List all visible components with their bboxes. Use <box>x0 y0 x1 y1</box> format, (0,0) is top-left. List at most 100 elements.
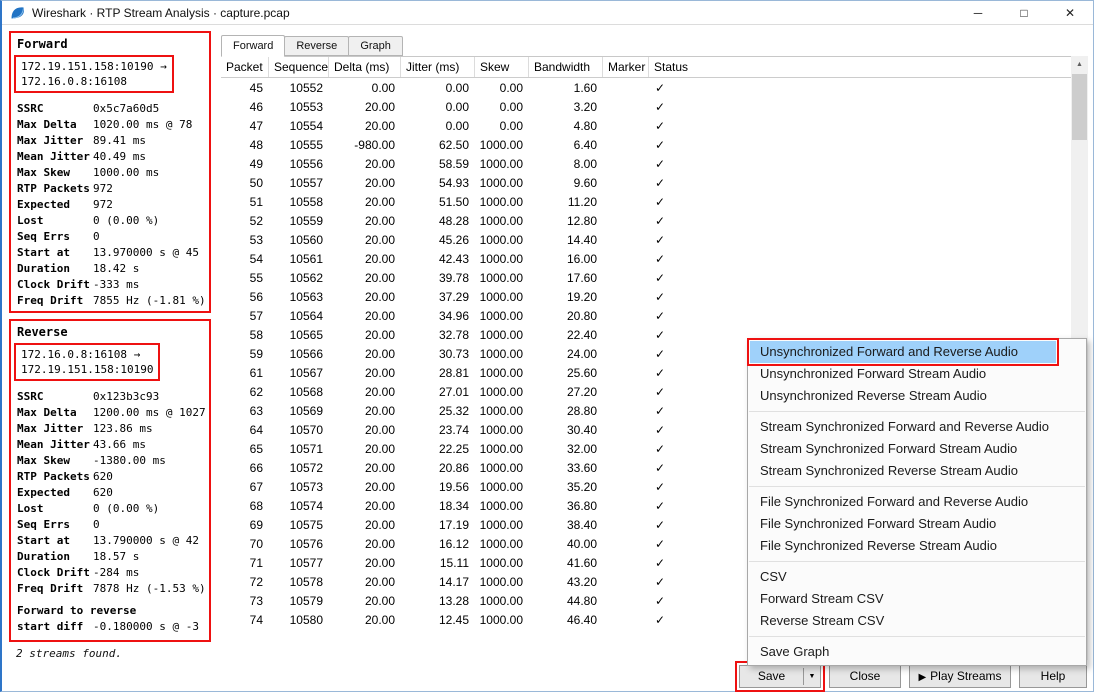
column-header-jitter[interactable]: Jitter (ms) <box>401 57 475 77</box>
table-row[interactable]: 56 10563 20.00 37.29 1000.00 19.20 ✓ <box>221 288 1071 307</box>
jitter-cell: 18.34 <box>438 499 469 513</box>
status-cell: ✓ <box>655 442 666 456</box>
jitter-cell: 34.96 <box>438 309 469 323</box>
table-row[interactable]: 51 10558 20.00 51.50 1000.00 11.20 ✓ <box>221 193 1071 212</box>
packet-cell: 68 <box>249 499 263 513</box>
minimize-button[interactable]: ─ <box>955 1 1001 25</box>
skew-cell: 1000.00 <box>479 518 523 532</box>
menu-item-stream-synchronized-forward-stream-audio[interactable]: Stream Synchronized Forward Stream Audio <box>748 438 1086 460</box>
close-window-button[interactable]: ✕ <box>1047 1 1093 25</box>
stat-row: Max Delta 1200.00 ms @ 1027 <box>17 405 209 421</box>
bandwidth-cell: 40.00 <box>566 537 597 551</box>
column-header-skew[interactable]: Skew <box>475 57 529 77</box>
maximize-button[interactable]: □ <box>1001 1 1047 25</box>
menu-item-csv[interactable]: CSV <box>748 566 1086 588</box>
packet-cell: 45 <box>249 81 263 95</box>
marker-cell <box>603 440 649 459</box>
rtp-stream-analysis-window: Wireshark · RTP Stream Analysis · captur… <box>0 0 1094 692</box>
tab-reverse[interactable]: Reverse <box>284 36 350 56</box>
menu-item-stream-synchronized-forward-and-reverse-audio[interactable]: Stream Synchronized Forward and Reverse … <box>748 416 1086 438</box>
column-header-status[interactable]: Status <box>649 57 1071 77</box>
menu-item-save-graph[interactable]: Save Graph <box>748 641 1086 663</box>
status-cell: ✓ <box>655 613 666 627</box>
skew-cell: 1000.00 <box>479 138 523 152</box>
table-row[interactable]: 50 10557 20.00 54.93 1000.00 9.60 ✓ <box>221 174 1071 193</box>
stat-row: Max Jitter 123.86 ms <box>17 421 209 437</box>
menu-item-reverse-stream-csv[interactable]: Reverse Stream CSV <box>748 610 1086 632</box>
marker-cell <box>603 155 649 174</box>
menu-item-forward-stream-csv[interactable]: Forward Stream CSV <box>748 588 1086 610</box>
table-row[interactable]: 48 10555 -980.00 62.50 1000.00 6.40 ✓ <box>221 136 1071 155</box>
marker-cell <box>603 326 649 345</box>
jitter-cell: 42.43 <box>438 252 469 266</box>
play-streams-label: Play Streams <box>930 669 1002 683</box>
jitter-cell: 48.28 <box>438 214 469 228</box>
table-row[interactable]: 53 10560 20.00 45.26 1000.00 14.40 ✓ <box>221 231 1071 250</box>
stat-label: Clock Drift <box>17 278 90 291</box>
column-header-delta[interactable]: Delta (ms) <box>329 57 401 77</box>
table-row[interactable]: 49 10556 20.00 58.59 1000.00 8.00 ✓ <box>221 155 1071 174</box>
delta-cell: 20.00 <box>364 119 395 133</box>
jitter-cell: 62.50 <box>438 138 469 152</box>
delta-cell: 20.00 <box>364 385 395 399</box>
column-header-sequence[interactable]: Sequence <box>269 57 329 77</box>
sequence-cell: 10570 <box>289 423 323 437</box>
stat-value: 89.41 ms <box>93 134 146 147</box>
packet-cell: 73 <box>249 594 263 608</box>
close-button[interactable]: Close <box>829 665 901 688</box>
table-row[interactable]: 46 10553 20.00 0.00 0.00 3.20 ✓ <box>221 98 1071 117</box>
delta-cell: -980.00 <box>354 138 395 152</box>
table-row[interactable]: 47 10554 20.00 0.00 0.00 4.80 ✓ <box>221 117 1071 136</box>
menu-item-file-synchronized-forward-and-reverse-audio[interactable]: File Synchronized Forward and Reverse Au… <box>748 491 1086 513</box>
column-header-bandwidth[interactable]: Bandwidth <box>529 57 603 77</box>
titlebar: Wireshark · RTP Stream Analysis · captur… <box>2 1 1093 25</box>
stat-label: Expected <box>17 198 70 211</box>
start-diff-label: start diff <box>17 620 84 633</box>
marker-cell <box>603 345 649 364</box>
delta-cell: 20.00 <box>364 442 395 456</box>
help-button[interactable]: Help <box>1019 665 1087 688</box>
bandwidth-cell: 43.20 <box>566 575 597 589</box>
menu-item-unsynchronized-forward-and-reverse-audio[interactable]: Unsynchronized Forward and Reverse Audio <box>747 338 1059 366</box>
table-row[interactable]: 55 10562 20.00 39.78 1000.00 17.60 ✓ <box>221 269 1071 288</box>
marker-cell <box>603 611 649 630</box>
column-header-marker[interactable]: Marker <box>603 57 649 77</box>
menu-separator <box>749 486 1085 487</box>
column-header-packet[interactable]: Packet <box>221 57 269 77</box>
stat-label: Freq Drift <box>17 294 84 307</box>
tab-graph[interactable]: Graph <box>348 36 403 56</box>
stat-row: Expected 972 <box>17 197 209 213</box>
status-cell: ✓ <box>655 518 666 532</box>
table-row[interactable]: 54 10561 20.00 42.43 1000.00 16.00 ✓ <box>221 250 1071 269</box>
play-streams-button[interactable]: ▶ Play Streams <box>909 665 1011 688</box>
marker-cell <box>603 136 649 155</box>
scrollbar-up-icon[interactable]: ▲ <box>1071 56 1088 73</box>
menu-item-stream-synchronized-reverse-stream-audio[interactable]: Stream Synchronized Reverse Stream Audio <box>748 460 1086 482</box>
sequence-cell: 10575 <box>289 518 323 532</box>
delta-cell: 20.00 <box>364 499 395 513</box>
packet-cell: 61 <box>249 366 263 380</box>
menu-item-file-synchronized-reverse-stream-audio[interactable]: File Synchronized Reverse Stream Audio <box>748 535 1086 557</box>
menu-item-file-synchronized-forward-stream-audio[interactable]: File Synchronized Forward Stream Audio <box>748 513 1086 535</box>
bandwidth-cell: 20.80 <box>566 309 597 323</box>
table-row[interactable]: 45 10552 0.00 0.00 0.00 1.60 ✓ <box>221 79 1071 98</box>
stat-row: Mean Jitter 40.49 ms <box>17 149 209 165</box>
table-row[interactable]: 57 10564 20.00 34.96 1000.00 20.80 ✓ <box>221 307 1071 326</box>
menu-item-unsynchronized-forward-stream-audio[interactable]: Unsynchronized Forward Stream Audio <box>748 363 1086 385</box>
table-row[interactable]: 52 10559 20.00 48.28 1000.00 12.80 ✓ <box>221 212 1071 231</box>
save-dropdown-arrow-icon[interactable]: ▼ <box>804 666 820 687</box>
save-button[interactable]: Save ▼ <box>735 661 825 692</box>
delta-cell: 0.00 <box>371 81 395 95</box>
sequence-cell: 10569 <box>289 404 323 418</box>
tab-forward[interactable]: Forward <box>221 35 286 57</box>
bandwidth-cell: 6.40 <box>573 138 597 152</box>
menu-separator <box>749 411 1085 412</box>
menu-item-unsynchronized-reverse-stream-audio[interactable]: Unsynchronized Reverse Stream Audio <box>748 385 1086 407</box>
scrollbar-thumb[interactable] <box>1072 74 1087 140</box>
sequence-cell: 10573 <box>289 480 323 494</box>
marker-cell <box>603 98 649 117</box>
sequence-cell: 10556 <box>289 157 323 171</box>
status-cell: ✓ <box>655 328 666 342</box>
stat-label: Lost <box>17 502 44 515</box>
stat-label: SSRC <box>17 390 44 403</box>
